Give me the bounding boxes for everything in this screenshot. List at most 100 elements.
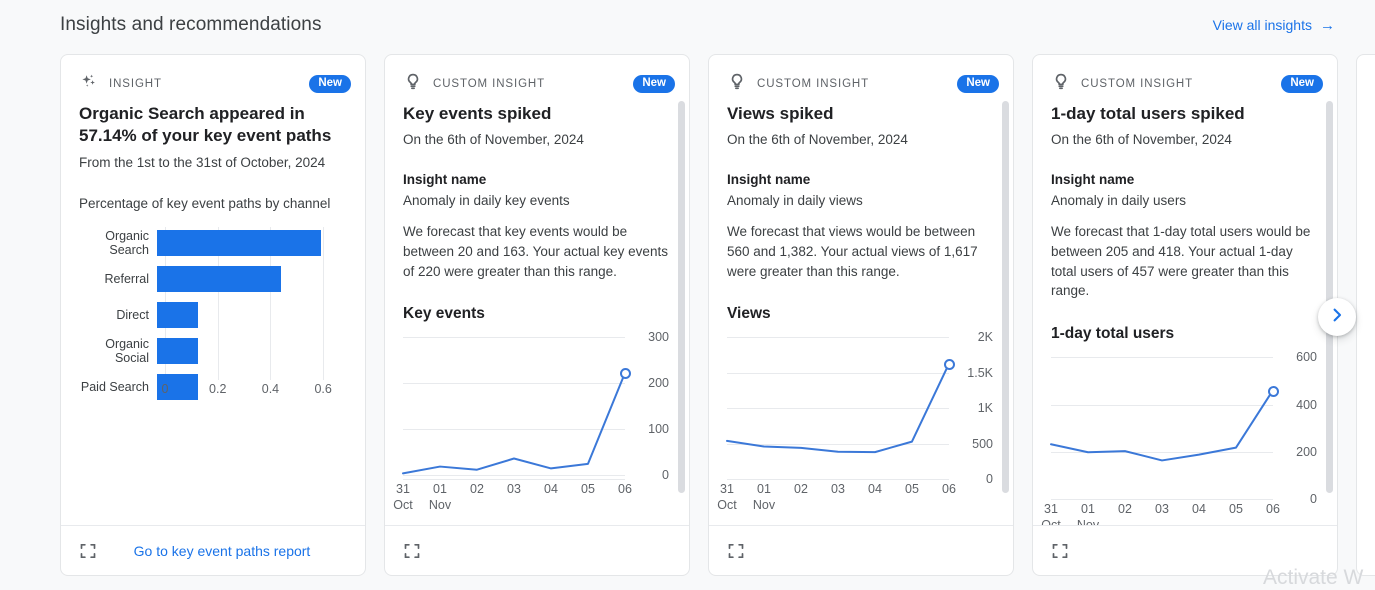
line-chart-x-axis: 31Oct 01Nov 02 03 04 05 06 [393,481,632,515]
card-kind: INSIGHT [79,72,162,97]
insight-name-label: Insight name [1051,171,1135,187]
line-chart-x-tick-label: 01Nov [1077,502,1099,525]
line-chart-x-tick-label: 01Nov [428,482,452,513]
line-chart-y-axis: 0 500 1K 1.5K 2K [949,330,993,486]
bar-chart-x-axis: 0 0.2 0.4 0.6 [161,382,339,402]
card-scrollbar-thumb[interactable] [1002,101,1009,493]
insight-card-key-events[interactable]: CUSTOM INSIGHT New Key events spiked On … [384,54,690,576]
expand-icon[interactable] [727,542,745,560]
line-chart-series [1051,357,1273,496]
bar-chart-x-tick-label: 0 [161,382,169,397]
insight-card-organic-search[interactable]: INSIGHT New Organic Search appeared in 5… [60,54,366,576]
expand-icon[interactable] [79,542,97,560]
card-subtitle: On the 6th of November, 2024 [403,132,584,148]
lightbulb-icon [727,72,747,97]
line-chart-plot-area [727,337,955,481]
line-chart-y-tick-label: 1.5K [967,365,993,380]
card-scrollbar-thumb[interactable] [1326,101,1333,493]
card-kind: CUSTOM INSIGHT [1051,72,1193,97]
card-subtitle: On the 6th of November, 2024 [1051,132,1232,148]
new-badge: New [957,74,999,94]
line-chart-x-tick-label: 02 [794,482,808,497]
line-chart-baseline [403,479,625,481]
expand-icon[interactable] [1051,542,1069,560]
page-title: Insights and recommendations [60,14,322,35]
view-all-insights-label: View all insights [1212,17,1312,33]
line-chart-y-tick-label: 0 [1310,492,1317,507]
card-scrollbar[interactable] [1002,101,1009,493]
new-badge: New [1281,74,1323,94]
insights-header: Insights and recommendations View all in… [60,8,1335,42]
line-chart-y-tick-label: 2K [977,330,993,345]
next-insights-button[interactable] [1318,298,1356,336]
insight-name-label: Insight name [403,171,487,187]
view-all-insights-link[interactable]: View all insights → [1213,17,1335,33]
bar-chart-row: Referral [79,263,347,295]
bar[interactable] [157,302,199,329]
line-chart-y-tick-label: 1K [977,401,993,416]
forecast-paragraph: We forecast that views would be between … [727,223,978,279]
card-body: CUSTOM INSIGHT New Key events spiked On … [385,55,689,525]
line-chart-x-axis: 31Oct 01Nov 02 03 04 05 06 [717,481,956,515]
card-body: CUSTOM INSIGHT New 1-day total users spi… [1033,55,1337,525]
card-footer: Go to key event paths report [61,525,365,575]
bar-chart-key-event-paths: Organic Search Referral Direct Organic Soci… [79,227,347,402]
bar-track [157,263,347,295]
card-scrollbar[interactable] [1326,101,1333,493]
line-chart-x-tick-label: 03 [831,482,845,497]
line-chart-x-tick-label: 01Nov [752,482,776,513]
chart-title: Key events [403,305,485,323]
line-chart-y-tick-label: 600 [1296,350,1317,365]
line-chart-x-tick-label: 03 [1155,502,1169,517]
new-badge: New [309,74,351,94]
sparkle-icon [79,72,99,97]
card-subtitle: From the 1st to the 31st of October, 202… [79,154,326,170]
go-to-report-link[interactable]: Go to key event paths report [97,543,347,559]
bar[interactable] [157,230,322,257]
line-chart-y-tick-label: 500 [972,436,993,451]
bar-category-label: Paid Search [80,379,149,394]
line-chart-x-tick-label: 06 [618,482,632,497]
bar-track [157,335,347,367]
bar-chart-row: Organic Social [79,335,347,367]
line-chart-y-tick-label: 300 [648,330,669,345]
expand-icon[interactable] [403,542,421,560]
card-body: CUSTOM INSIGHT New Views spiked On the 6… [709,55,1013,525]
bar-category-label: Direct [116,307,149,322]
bar-chart-rows: Organic Search Referral Direct Organic Soci… [79,227,347,403]
insight-card-views[interactable]: CUSTOM INSIGHT New Views spiked On the 6… [708,54,1014,576]
card-content: Organic Search appeared in 57.14% of you… [61,103,365,402]
card-kind-label: CUSTOM INSIGHT [757,78,870,90]
card-header: CUSTOM INSIGHT New [709,55,1013,97]
line-chart-y-tick-label: 0 [986,472,993,487]
chart-title: 1-day total users [1051,325,1175,343]
insight-card-next-peek[interactable] [1356,54,1375,576]
card-title: Key events spiked [403,104,552,123]
bar[interactable] [157,266,281,293]
line-chart-total-users: 0 200 400 600 31Oct 01Nov 02 03 04 05 06 [1041,350,1319,525]
line-chart-x-tick-label: 02 [470,482,484,497]
insight-cards-rail: INSIGHT New Organic Search appeared in 5… [60,54,1375,576]
line-chart-y-tick-label: 200 [648,376,669,391]
line-chart-plot-area [403,337,631,479]
card-subtitle: On the 6th of November, 2024 [727,132,908,148]
line-chart-y-tick-label: 0 [662,467,669,482]
line-chart-y-tick-label: 200 [1296,444,1317,459]
os-activation-watermark: Activate W [1263,566,1364,589]
line-chart-x-tick-label: 05 [1229,502,1243,517]
card-scrollbar[interactable] [678,101,685,493]
card-content: 1-day total users spiked On the 6th of N… [1033,103,1337,525]
card-content: Key events spiked On the 6th of November… [385,103,689,515]
bar[interactable] [157,338,199,365]
lightbulb-icon [1051,72,1071,97]
card-title: Views spiked [727,104,834,123]
bar-track [157,227,347,259]
line-chart-key-events: 0 100 200 300 31 Oct 01 Nov 02 03 04 05 06 [393,330,671,515]
insight-card-total-users[interactable]: CUSTOM INSIGHT New 1-day total users spi… [1032,54,1338,576]
bar-chart-x-tick-label: 0.2 [209,382,227,397]
card-scrollbar-thumb[interactable] [678,101,685,493]
chevron-right-icon [1327,305,1347,330]
bar-chart-row: Organic Search [79,227,347,259]
card-body: INSIGHT New Organic Search appeared in 5… [61,55,365,525]
lightbulb-icon [403,72,423,97]
